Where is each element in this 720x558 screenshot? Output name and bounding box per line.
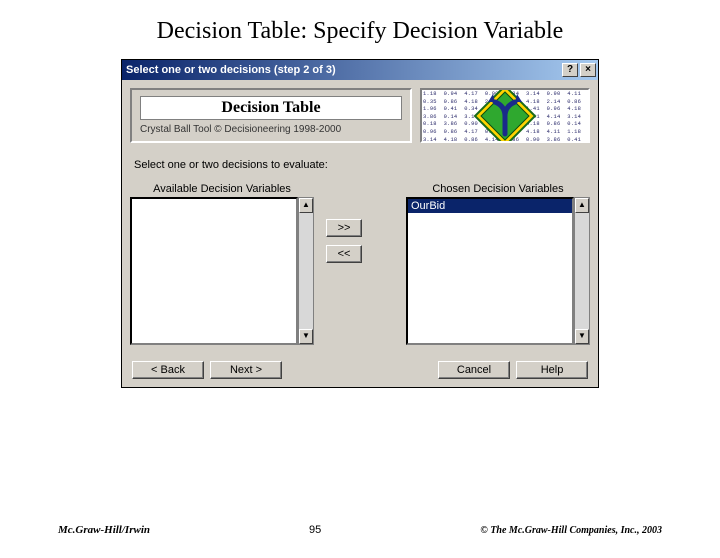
available-label: Available Decision Variables <box>130 183 314 195</box>
titlebar: Select one or two decisions (step 2 of 3… <box>122 60 598 80</box>
next-button[interactable]: Next > <box>210 361 282 379</box>
brand-subtitle: Crystal Ball Tool © Decisioneering 1998-… <box>140 124 402 135</box>
available-column: Available Decision Variables ▲ ▼ <box>130 183 314 345</box>
help-button[interactable]: Help <box>516 361 588 379</box>
titlebar-text: Select one or two decisions (step 2 of 3… <box>126 64 560 76</box>
instruction-text: Select one or two decisions to evaluate: <box>134 159 590 171</box>
footer-left: Mc.Graw-Hill/Irwin <box>58 524 150 536</box>
button-row: < Back Next > Cancel Help <box>130 361 590 379</box>
scroll-down-icon[interactable]: ▼ <box>299 329 313 344</box>
slide-title: Decision Table: Specify Decision Variabl… <box>0 18 720 45</box>
available-listbox[interactable] <box>130 197 298 345</box>
chosen-label: Chosen Decision Variables <box>406 183 590 195</box>
close-icon[interactable]: × <box>580 63 596 77</box>
brand-title: Decision Table <box>140 96 402 120</box>
scroll-track[interactable] <box>575 213 589 329</box>
chosen-listbox[interactable]: OurBid <box>406 197 574 345</box>
footer-right: © The Mc.Graw-Hill Companies, Inc., 2003 <box>480 525 662 536</box>
page-number: 95 <box>150 524 480 536</box>
available-scrollbar[interactable]: ▲ ▼ <box>298 197 314 345</box>
cancel-button[interactable]: Cancel <box>438 361 510 379</box>
scroll-up-icon[interactable]: ▲ <box>299 198 313 213</box>
fork-sign-icon <box>473 88 537 143</box>
scroll-down-icon[interactable]: ▼ <box>575 329 589 344</box>
scroll-track[interactable] <box>299 213 313 329</box>
help-icon[interactable]: ? <box>562 63 578 77</box>
brand-panel: Decision Table Crystal Ball Tool © Decis… <box>130 88 412 143</box>
list-item[interactable]: OurBid <box>408 199 572 213</box>
slide-footer: Mc.Graw-Hill/Irwin 95 © The Mc.Graw-Hill… <box>0 524 720 536</box>
dialog-body: Decision Table Crystal Ball Tool © Decis… <box>122 80 598 387</box>
move-left-button[interactable]: << <box>326 245 362 263</box>
back-button[interactable]: < Back <box>132 361 204 379</box>
dialog-window: Select one or two decisions (step 2 of 3… <box>121 59 599 388</box>
scroll-up-icon[interactable]: ▲ <box>575 198 589 213</box>
chosen-column: Chosen Decision Variables OurBid ▲ ▼ <box>406 183 590 345</box>
decorative-art: 1.18 0.94 4.17 0.90 0.34 3.14 0.90 4.11 … <box>420 88 590 143</box>
move-right-button[interactable]: >> <box>326 219 362 237</box>
transfer-buttons: >> << <box>314 183 374 263</box>
chosen-scrollbar[interactable]: ▲ ▼ <box>574 197 590 345</box>
